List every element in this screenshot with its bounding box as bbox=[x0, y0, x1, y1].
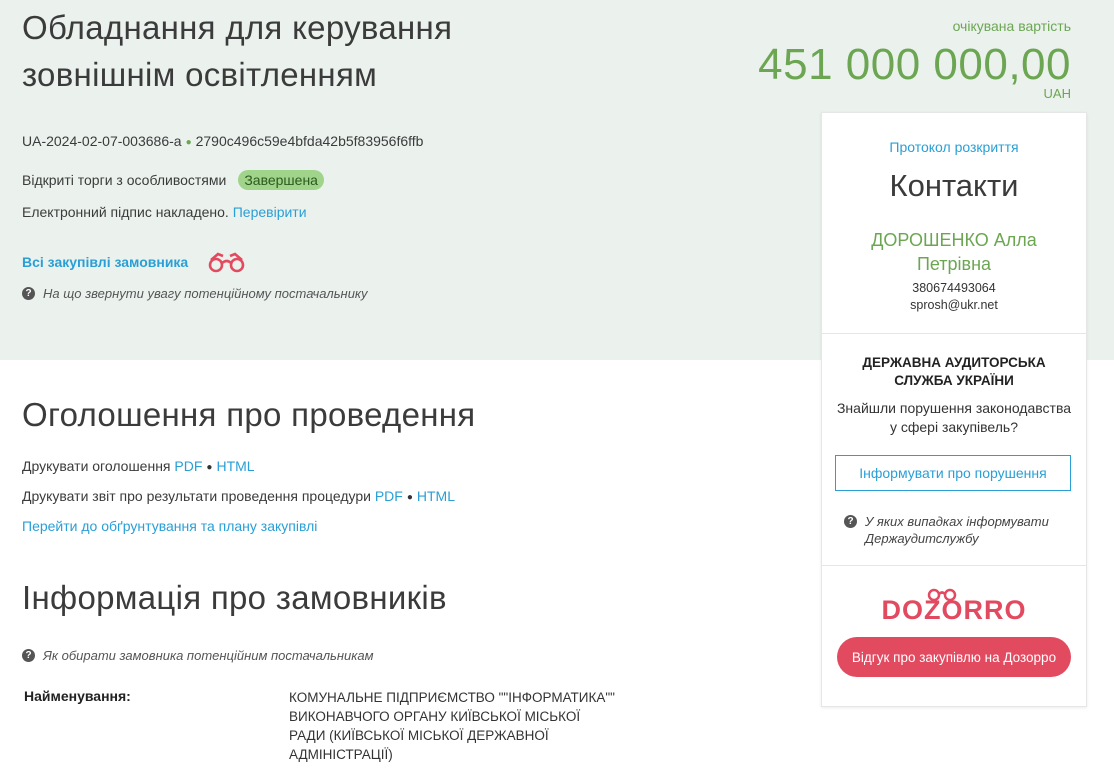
print-notice-label: Друкувати оголошення bbox=[22, 458, 171, 474]
print-notice-html-link[interactable]: HTML bbox=[216, 458, 254, 474]
customer-hint[interactable]: ? Як обирати замовника потенційним поста… bbox=[22, 648, 374, 663]
verify-signature-link[interactable]: Перевірити bbox=[233, 204, 307, 220]
customers-heading: Інформація про замовників bbox=[22, 579, 447, 616]
contacts-sidebar: Протокол розкриття Контакти ДОРОШЕНКО Ал… bbox=[821, 112, 1087, 707]
dasu-text: Знайшли порушення законодавства у сфері … bbox=[836, 400, 1072, 435]
dasu-hint-text: У яких випадках інформувати Держаудитслу… bbox=[865, 514, 1049, 546]
question-circle-icon: ? bbox=[22, 287, 35, 300]
supplier-hint[interactable]: ? На що звернути увагу потенційному пост… bbox=[22, 286, 368, 301]
contact-phone: 380674493064 bbox=[912, 281, 996, 295]
question-circle-icon: ? bbox=[844, 515, 857, 528]
contact-person: ДОРОШЕНКО Алла Петрівна bbox=[871, 230, 1037, 274]
procedure-row: Відкриті торги з особливостями Завершена bbox=[22, 170, 324, 190]
customer-hint-text: Як обирати замовника потенційним постача… bbox=[43, 648, 374, 663]
tender-id: UA-2024-02-07-003686-a bbox=[22, 133, 182, 149]
supplier-hint-text: На що звернути увагу потенційному постач… bbox=[43, 286, 368, 301]
contacts-heading: Контакти bbox=[889, 168, 1019, 203]
announcement-heading: Оголошення про проведення bbox=[22, 396, 476, 433]
dozorro-feedback-button[interactable]: Відгук про закупівлю на Дозорро bbox=[837, 637, 1071, 677]
signature-row: Електронний підпис накладено. Перевірити bbox=[22, 204, 307, 220]
contact-email: sprosh@ukr.net bbox=[910, 298, 998, 312]
sidebar-divider bbox=[822, 565, 1086, 566]
all-purchases-row: Всі закупівлі замовника bbox=[22, 250, 248, 274]
opening-protocol-link[interactable]: Протокол розкриття bbox=[822, 139, 1086, 155]
plan-justification-link[interactable]: Перейти до обґрунтування та плану закупі… bbox=[22, 518, 317, 534]
plan-row: Перейти до обґрунтування та плану закупі… bbox=[22, 518, 317, 534]
expected-price-value: 451 000 000,00 bbox=[758, 40, 1071, 89]
question-circle-icon: ? bbox=[22, 649, 35, 662]
print-notice-row: Друкувати оголошення PDF ● HTML bbox=[22, 458, 255, 474]
print-report-pdf-link[interactable]: PDF bbox=[375, 488, 403, 504]
procedure-type: Відкриті торги з особливостями bbox=[22, 172, 227, 188]
separator-dot: ● bbox=[206, 462, 213, 473]
dasu-title: ДЕРЖАВНА АУДИТОРСЬКА СЛУЖБА УКРАЇНИ bbox=[862, 355, 1046, 388]
print-report-row: Друкувати звіт про результати проведення… bbox=[22, 488, 455, 504]
tender-hash: 2790c496c59e4bfda42b5f83956f6ffb bbox=[195, 133, 424, 149]
dozorro-logo: DOZORRO bbox=[882, 588, 1027, 623]
all-customer-purchases-link[interactable]: Всі закупівлі замовника bbox=[22, 254, 188, 270]
separator-dot: ● bbox=[406, 492, 413, 503]
dasu-hint[interactable]: ? У яких випадках інформувати Держаудитс… bbox=[844, 513, 1074, 547]
print-report-label: Друкувати звіт про результати проведення… bbox=[22, 488, 371, 504]
tender-identifiers: UA-2024-02-07-003686-a ● 2790c496c59e4bfda… bbox=[22, 133, 423, 149]
tender-title: Обладнання для керування зовнішнім освіт… bbox=[22, 9, 453, 93]
signature-text: Електронний підпис накладено. bbox=[22, 204, 229, 220]
sidebar-divider bbox=[822, 333, 1086, 334]
separator-dot: ● bbox=[185, 137, 192, 148]
customer-name-value: КОМУНАЛЬНЕ ПІДПРИЄМСТВО ""ІНФОРМАТИКА"" … bbox=[289, 690, 615, 762]
status-badge: Завершена bbox=[238, 170, 324, 190]
print-report-html-link[interactable]: HTML bbox=[417, 488, 455, 504]
expected-price-label: очікувана вартість bbox=[952, 18, 1071, 34]
print-notice-pdf-link[interactable]: PDF bbox=[174, 458, 202, 474]
price-currency: UAH bbox=[1043, 86, 1071, 101]
report-violation-button[interactable]: Інформувати про порушення bbox=[835, 455, 1071, 491]
binoculars-icon[interactable] bbox=[206, 250, 248, 274]
customer-name-label: Найменування: bbox=[24, 688, 131, 704]
dozorro-logo-text: DOZORRO bbox=[882, 595, 1027, 623]
